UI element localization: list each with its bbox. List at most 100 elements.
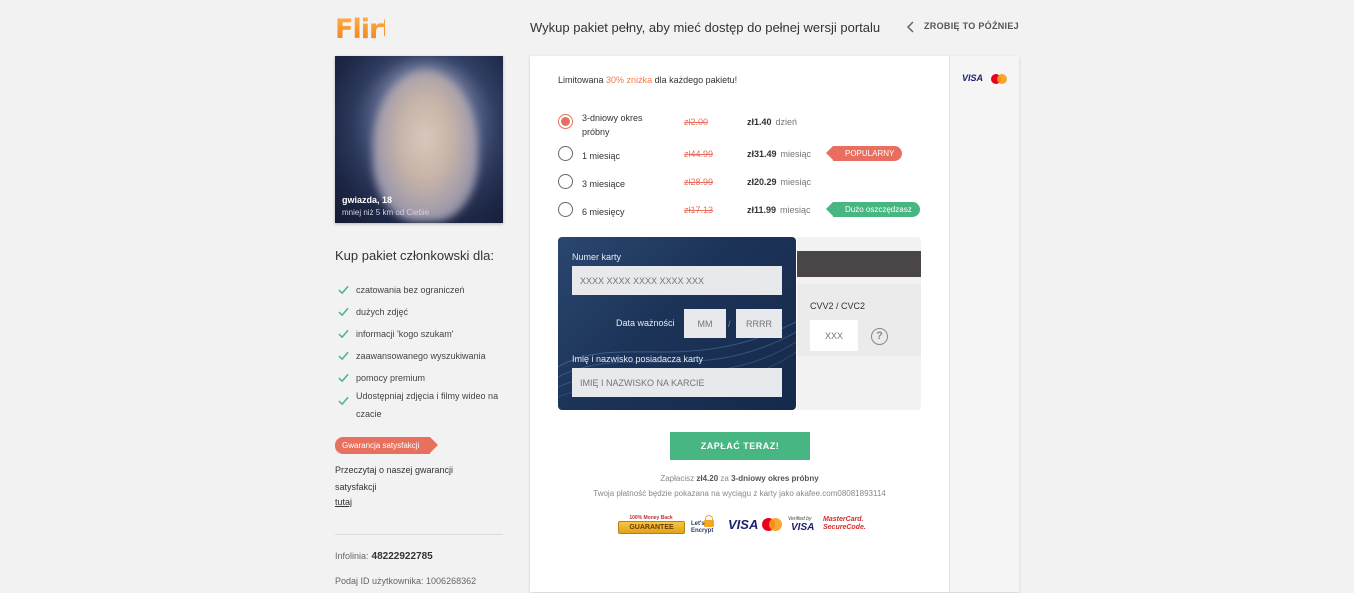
feature-label: informacji 'kogo szukam' — [356, 329, 454, 339]
expiry-year-input[interactable] — [736, 309, 782, 338]
feature-item: zaawansowanego wyszukiwania — [338, 348, 506, 364]
pay-now-button[interactable]: ZAPŁAĆ TERAZ! — [670, 432, 810, 460]
plan-name: 6 miesięcy — [582, 207, 625, 217]
feature-label: zaawansowanego wyszukiwania — [356, 351, 486, 361]
pay-summary: Zapłacisz zł4.20 za 3-dniowy okres próbn… — [530, 474, 949, 483]
later-button[interactable]: ZROBIĘ TO PÓŹNIEJ — [906, 21, 1019, 33]
feature-item: dużych zdjęć — [338, 304, 506, 320]
profile-distance: mniej niż 5 km od Ciebie — [342, 208, 430, 217]
guarantee-text: Przeczytaj o naszej gwarancji satysfakcj… — [335, 465, 454, 492]
check-icon — [338, 307, 349, 317]
verified-by-visa-badge: Verified by VISA — [788, 515, 816, 537]
plan-option-3-months[interactable]: 3 miesiące zł28.99 zł20.29 miesiąc — [558, 170, 938, 194]
svg-text:Flirt: Flirt — [335, 14, 385, 42]
feature-item: pomocy premium — [338, 370, 506, 386]
cvv-label: CVV2 / CVC2 — [810, 301, 866, 311]
price-value: zł31.49 — [747, 149, 777, 159]
price-value: zł1.40 — [747, 117, 772, 127]
expiry-label: Data ważności — [616, 318, 675, 328]
hotline-label: Infolinia: — [335, 551, 369, 561]
plan-radio[interactable] — [558, 114, 573, 129]
le-text: Let's Encrypt — [691, 521, 714, 534]
price-value: zł20.29 — [747, 177, 777, 187]
price-unit: miesiąc — [780, 205, 811, 215]
plan-price: zł1.40 dzień — [747, 117, 797, 127]
plan-name: 3 miesiące — [582, 179, 626, 189]
panel-right-column — [949, 56, 1019, 592]
statement-note: Twoja płatność będzie pokazana na wyciąg… — [593, 489, 886, 498]
guarantee-link[interactable]: tutaj — [335, 497, 352, 507]
card-number-label: Numer karty — [572, 252, 622, 262]
feature-item: czatowania bez ograniczeń — [338, 282, 506, 298]
popular-tag: POPULARNY — [825, 146, 903, 161]
plan-name: 3-dniowy okres próbny — [582, 113, 643, 137]
cvv-input[interactable] — [810, 320, 858, 351]
check-icon — [338, 351, 349, 361]
check-icon — [338, 285, 349, 295]
logo-icon: Flirt — [335, 14, 385, 42]
promo-banner: Limitowana 30% zniżka dla każdego pakiet… — [558, 75, 737, 85]
visa-logo: VISA — [962, 73, 984, 83]
plan-radio[interactable] — [558, 174, 573, 189]
hotline-number: 48222922785 — [371, 551, 433, 562]
help-circle-icon[interactable]: ? — [871, 328, 888, 345]
promo-discount: 30% zniżka — [606, 75, 653, 85]
card-front: Numer karty Data ważności / Imię i nazwi… — [558, 237, 796, 410]
lets-encrypt-badge: Let's Encrypt — [691, 515, 721, 537]
chevron-left-icon — [906, 21, 914, 33]
check-icon — [338, 396, 349, 406]
user-id: Podaj ID użytkownika: 1006268362 — [335, 576, 477, 586]
plan-price: zł20.29 miesiąc — [747, 177, 811, 187]
feature-label: czatowania bez ograniczeń — [356, 285, 465, 295]
promo-suffix: dla każdego pakietu! — [654, 75, 738, 85]
feature-label: pomocy premium — [356, 373, 426, 383]
visa-badge: VISA — [728, 517, 759, 532]
price-unit: miesiąc — [780, 177, 812, 187]
plan-radio[interactable] — [558, 202, 573, 217]
plan-price: zł11.99 miesiąc — [747, 205, 811, 215]
plan-radio[interactable] — [558, 146, 573, 161]
plan-price: zł31.49 miesiąc — [747, 149, 811, 159]
feature-label: dużych zdjęć — [356, 307, 409, 317]
plan-old-price: zł2.00 — [684, 117, 709, 127]
card-back: CVV2 / CVC2 ? — [797, 237, 921, 410]
profile-name: gwiazda, 18 — [342, 195, 393, 205]
plan-option-trial[interactable]: 3-dniowy okres próbny zł2.00 zł1.40 dzień — [558, 110, 938, 137]
plan-option-6-months[interactable]: 6 miesięcy zł17.13 zł11.99 miesiąc Dużo o… — [558, 198, 938, 222]
page-title: Wykup pakiet pełny, aby mieć dostęp do p… — [530, 20, 881, 35]
feature-item: informacji 'kogo szukam' — [338, 326, 506, 342]
feature-list: czatowania bez ograniczeń dużych zdjęć i… — [338, 282, 506, 434]
money-back-guarantee-badge: 100% Money Back GUARANTEE — [618, 515, 685, 537]
plan-old-price: zł17.13 — [684, 205, 714, 215]
price-value: zł11.99 — [747, 205, 777, 215]
plan-name: 1 miesiąc — [582, 151, 621, 161]
expiry-separator: / — [728, 319, 731, 329]
profile-card[interactable]: gwiazda, 18 mniej niż 5 km od Ciebie — [335, 56, 503, 223]
mcsc-line2: SecureCode. — [823, 524, 866, 531]
price-unit: miesiąc — [780, 149, 812, 159]
savings-tag: Dużo oszczędzasz — [826, 202, 920, 217]
mb-ribbon: GUARANTEE — [618, 521, 685, 534]
guarantee-badge: Gwarancja satysfakcji — [335, 437, 438, 454]
price-unit: dzień — [775, 117, 798, 127]
plan-old-price: zł44.99 — [684, 149, 714, 159]
vbv-big: VISA — [791, 522, 815, 533]
summary-middle: za — [720, 474, 729, 483]
card-holder-label: Imię i nazwisko posiadacza karty — [572, 354, 704, 364]
mastercard-badge — [762, 518, 782, 531]
expiry-month-input[interactable] — [684, 309, 726, 338]
card-holder-input[interactable] — [572, 368, 782, 397]
sidebar-divider — [335, 534, 503, 535]
check-icon — [338, 373, 349, 383]
feature-item: Udostępniaj zdjęcia i filmy wideo na cza… — [338, 387, 506, 423]
feature-label: Udostępniaj zdjęcia i filmy wideo na cza… — [356, 391, 499, 419]
check-icon — [338, 329, 349, 339]
sidebar-heading: Kup pakiet członkowski dla: — [335, 248, 494, 263]
mcsc-line1: MasterCard. — [823, 516, 864, 523]
magnetic-stripe — [797, 251, 921, 277]
mastercard-icon — [991, 74, 1007, 84]
plan-option-1-month[interactable]: 1 miesiąc zł44.99 zł31.49 miesiąc POPULAR… — [558, 142, 938, 166]
later-label: ZROBIĘ TO PÓŹNIEJ — [924, 21, 1019, 31]
flirt-logo[interactable]: Flirt — [335, 12, 385, 42]
card-number-input[interactable] — [572, 266, 782, 295]
